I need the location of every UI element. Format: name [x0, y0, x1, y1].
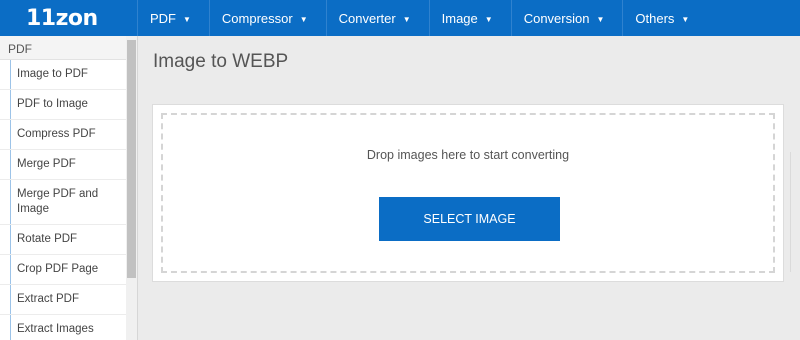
divider: [790, 152, 791, 272]
nav-label: Converter: [338, 10, 396, 26]
nav-label: Image: [441, 10, 478, 26]
chevron-down-icon: ▼: [596, 14, 605, 24]
nav-compressor[interactable]: Compressor ▼: [208, 0, 326, 36]
nav-others[interactable]: Others ▼: [622, 0, 707, 36]
select-image-button[interactable]: SELECT IMAGE: [379, 197, 560, 241]
sidebar-item-merge-pdf-and-image[interactable]: Merge PDF and Image: [0, 180, 126, 225]
nav-label: Compressor: [221, 10, 293, 26]
site-logo[interactable]: 11zon: [0, 0, 137, 36]
sidebar-item-rotate-pdf[interactable]: Rotate PDF: [0, 225, 126, 255]
sidebar-item-merge-pdf[interactable]: Merge PDF: [0, 150, 126, 180]
sidebar-item-extract-images[interactable]: Extract Images: [0, 315, 126, 340]
upload-card: Drop images here to start converting SEL…: [152, 104, 784, 282]
sidebar-list: Image to PDF PDF to Image Compress PDF M…: [0, 60, 126, 340]
sidebar-item-compress-pdf[interactable]: Compress PDF: [0, 120, 126, 150]
sidebar: PDF Image to PDF PDF to Image Compress P…: [0, 36, 138, 340]
page-title: Image to WEBP: [153, 51, 289, 72]
nav-label: Conversion: [523, 10, 590, 26]
chevron-down-icon: ▼: [299, 14, 308, 24]
chevron-down-icon: ▼: [484, 14, 493, 24]
drop-instructions: Drop images here to start converting: [366, 148, 570, 162]
sidebar-item-crop-pdf-page[interactable]: Crop PDF Page: [0, 255, 126, 285]
nav-converter[interactable]: Converter ▼: [325, 0, 429, 36]
drop-zone[interactable]: Drop images here to start converting SEL…: [161, 113, 775, 273]
chevron-down-icon: ▼: [402, 14, 411, 24]
sidebar-header[interactable]: PDF: [0, 36, 137, 60]
sidebar-item-extract-pdf[interactable]: Extract PDF: [0, 285, 126, 315]
chevron-down-icon: ▼: [681, 14, 690, 24]
nav-image[interactable]: Image ▼: [428, 0, 511, 36]
nav-conversion[interactable]: Conversion ▼: [510, 0, 623, 36]
sidebar-item-image-to-pdf[interactable]: Image to PDF: [0, 60, 126, 90]
nav-pdf[interactable]: PDF ▼: [137, 0, 209, 36]
nav-label: Others: [635, 10, 675, 26]
top-navbar: 11zon PDF ▼ Compressor ▼ Converter ▼ Ima…: [0, 0, 800, 36]
scrollbar-thumb[interactable]: [127, 40, 136, 278]
chevron-down-icon: ▼: [183, 14, 191, 24]
nav-label: PDF: [150, 10, 176, 26]
sidebar-item-pdf-to-image[interactable]: PDF to Image: [0, 90, 126, 120]
sidebar-scrollbar[interactable]: [126, 36, 137, 340]
